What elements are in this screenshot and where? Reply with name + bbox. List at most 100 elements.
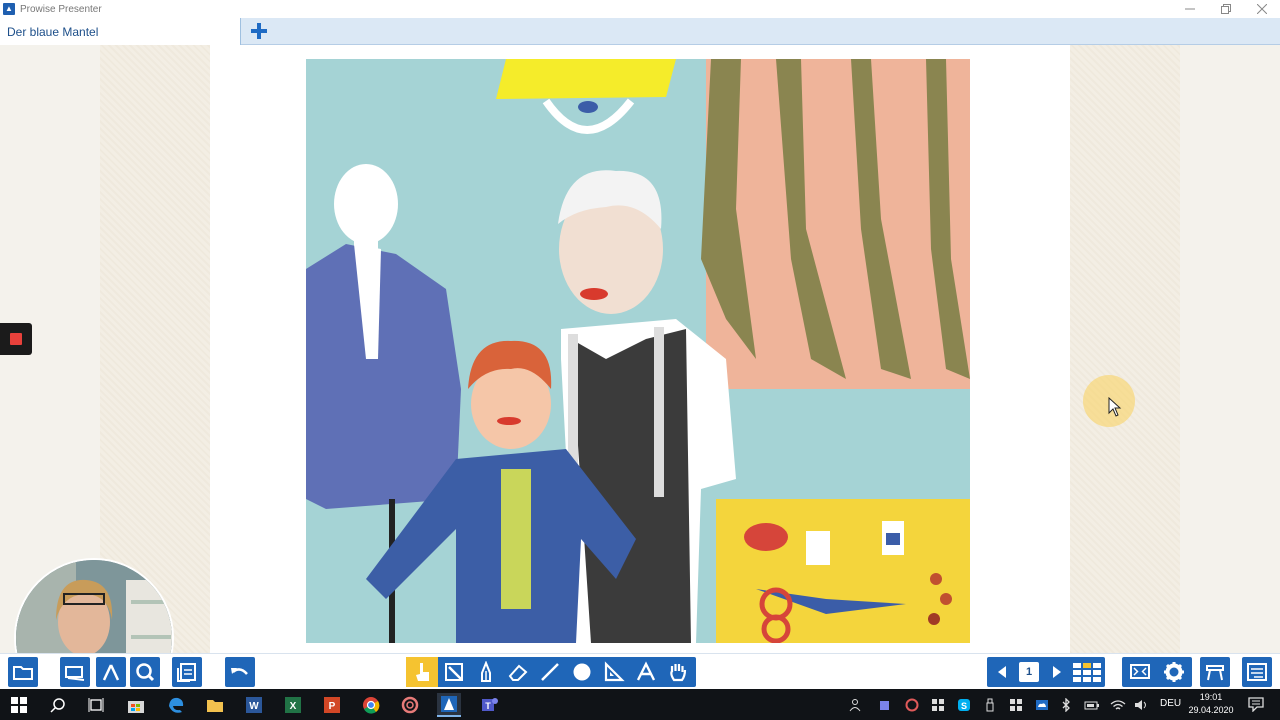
tray-volume-icon[interactable]	[1134, 697, 1150, 713]
tab-label: Der blaue Mantel	[7, 24, 99, 39]
clock-date: 29.04.2020	[1188, 705, 1234, 715]
next-page-button[interactable]	[1045, 657, 1069, 687]
tray-wifi-icon[interactable]	[1110, 697, 1126, 713]
resources-icon	[65, 666, 85, 681]
settings-button[interactable]	[1158, 657, 1190, 687]
drawing-tools-group	[406, 657, 696, 687]
taskbar-clock[interactable]: 19:01 29.04.2020	[1188, 691, 1234, 717]
pen-icon	[481, 661, 491, 682]
line-icon	[541, 663, 559, 681]
teams-icon: T	[482, 698, 498, 711]
folder-icon	[207, 700, 223, 712]
undo-icon	[231, 668, 248, 675]
pan-tool-button[interactable]	[662, 657, 694, 687]
volume-icon	[1135, 700, 1146, 710]
select-tool-button[interactable]	[438, 657, 470, 687]
clock-time: 19:01	[1199, 692, 1223, 702]
presentation-canvas[interactable]	[0, 45, 1280, 718]
fit-screen-button[interactable]	[1124, 657, 1156, 687]
text-tool-button[interactable]	[630, 657, 662, 687]
usb-icon	[986, 698, 994, 712]
taskbar-store[interactable]	[124, 693, 148, 717]
svg-text:X: X	[290, 701, 297, 712]
menu-button[interactable]	[1242, 657, 1272, 687]
close-button[interactable]	[1244, 0, 1280, 18]
gear-icon	[1164, 662, 1184, 682]
minimize-button[interactable]	[1172, 0, 1208, 18]
page-grid-button[interactable]	[1069, 657, 1105, 687]
taskbar-swirl-app[interactable]	[398, 693, 422, 717]
select-area-icon	[445, 663, 463, 681]
search-button[interactable]	[130, 657, 160, 687]
ruler-tool-button[interactable]	[598, 657, 630, 687]
tray-app-icon[interactable]	[904, 697, 920, 713]
tray-store-glyph-icon	[932, 699, 944, 711]
page-number-indicator[interactable]: 1	[1019, 662, 1039, 682]
record-stop-icon	[10, 333, 22, 345]
tab-der-blaue-mantel[interactable]: Der blaue Mantel	[0, 18, 241, 45]
tray-store-icon[interactable]	[930, 697, 946, 713]
desk-mode-button[interactable]	[1200, 657, 1230, 687]
taskbar-chrome[interactable]	[359, 693, 383, 717]
text-a-icon	[636, 661, 656, 681]
app-logo-icon: ▲	[3, 3, 15, 15]
store-icon	[128, 701, 144, 713]
undo-button[interactable]	[225, 657, 255, 687]
tray-usb-icon[interactable]	[982, 697, 998, 713]
edge-icon	[169, 697, 184, 713]
notification-icon	[1248, 697, 1264, 713]
people-icon[interactable]	[848, 697, 864, 713]
shape-tool-button[interactable]	[566, 657, 598, 687]
pen-tool-button[interactable]	[470, 657, 502, 687]
search-icon	[50, 698, 65, 713]
plus-icon	[251, 23, 267, 39]
chrome-icon	[363, 697, 380, 714]
tray-teams-icon[interactable]	[878, 697, 894, 713]
restore-button[interactable]	[1208, 0, 1244, 18]
start-button[interactable]	[7, 693, 31, 717]
tray-windows-icon[interactable]	[1008, 697, 1024, 713]
illustration-tailor-and-boy[interactable]	[306, 59, 970, 643]
record-button[interactable]	[0, 323, 32, 355]
grid-icon	[1073, 663, 1101, 682]
tools-button[interactable]	[96, 657, 126, 687]
hand-pan-icon	[670, 664, 687, 682]
svg-text:S: S	[961, 701, 967, 711]
tray-skype-icon[interactable]: S	[956, 697, 972, 713]
tray-onedrive-icon[interactable]	[1034, 697, 1050, 713]
taskbar-prowise-presenter[interactable]	[437, 693, 461, 717]
taskbar-edge[interactable]	[164, 693, 188, 717]
resources-button[interactable]	[60, 657, 90, 687]
taskbar-search-button[interactable]	[46, 693, 70, 717]
chevron-right-icon	[1053, 666, 1061, 678]
people-glyph-icon	[849, 699, 861, 712]
previous-page-button[interactable]	[987, 657, 1017, 687]
line-tool-button[interactable]	[534, 657, 566, 687]
input-language[interactable]: DEU	[1160, 698, 1181, 709]
menu-icon	[1247, 663, 1267, 681]
circle-shape-icon	[573, 663, 591, 681]
presenter-toolbar: 1	[0, 653, 1280, 689]
tray-bluetooth-icon[interactable]	[1058, 697, 1074, 713]
taskbar-excel[interactable]: X	[281, 693, 305, 717]
taskbar-powerpoint[interactable]: P	[320, 693, 344, 717]
pages-overview-button[interactable]	[172, 657, 202, 687]
set-square-icon	[604, 661, 625, 682]
view-settings-group	[1122, 657, 1192, 687]
tray-battery-icon[interactable]	[1084, 697, 1100, 713]
skype-icon: S	[958, 699, 970, 711]
eraser-tool-button[interactable]	[502, 657, 534, 687]
hand-pointer-icon	[416, 663, 429, 681]
open-file-button[interactable]	[8, 657, 38, 687]
taskbar-teams[interactable]: T	[477, 693, 501, 717]
window-controls	[1172, 0, 1280, 18]
tray-teams-glyph-icon	[880, 701, 889, 710]
pointer-tool-button[interactable]	[406, 657, 438, 687]
presentation-page	[210, 45, 1070, 653]
action-center-button[interactable]	[1248, 696, 1264, 713]
add-tab-button[interactable]	[250, 21, 268, 41]
taskbar-file-explorer[interactable]	[203, 693, 227, 717]
folder-icon	[13, 666, 33, 680]
task-view-button[interactable]	[84, 693, 108, 717]
taskbar-word[interactable]: W	[242, 693, 266, 717]
